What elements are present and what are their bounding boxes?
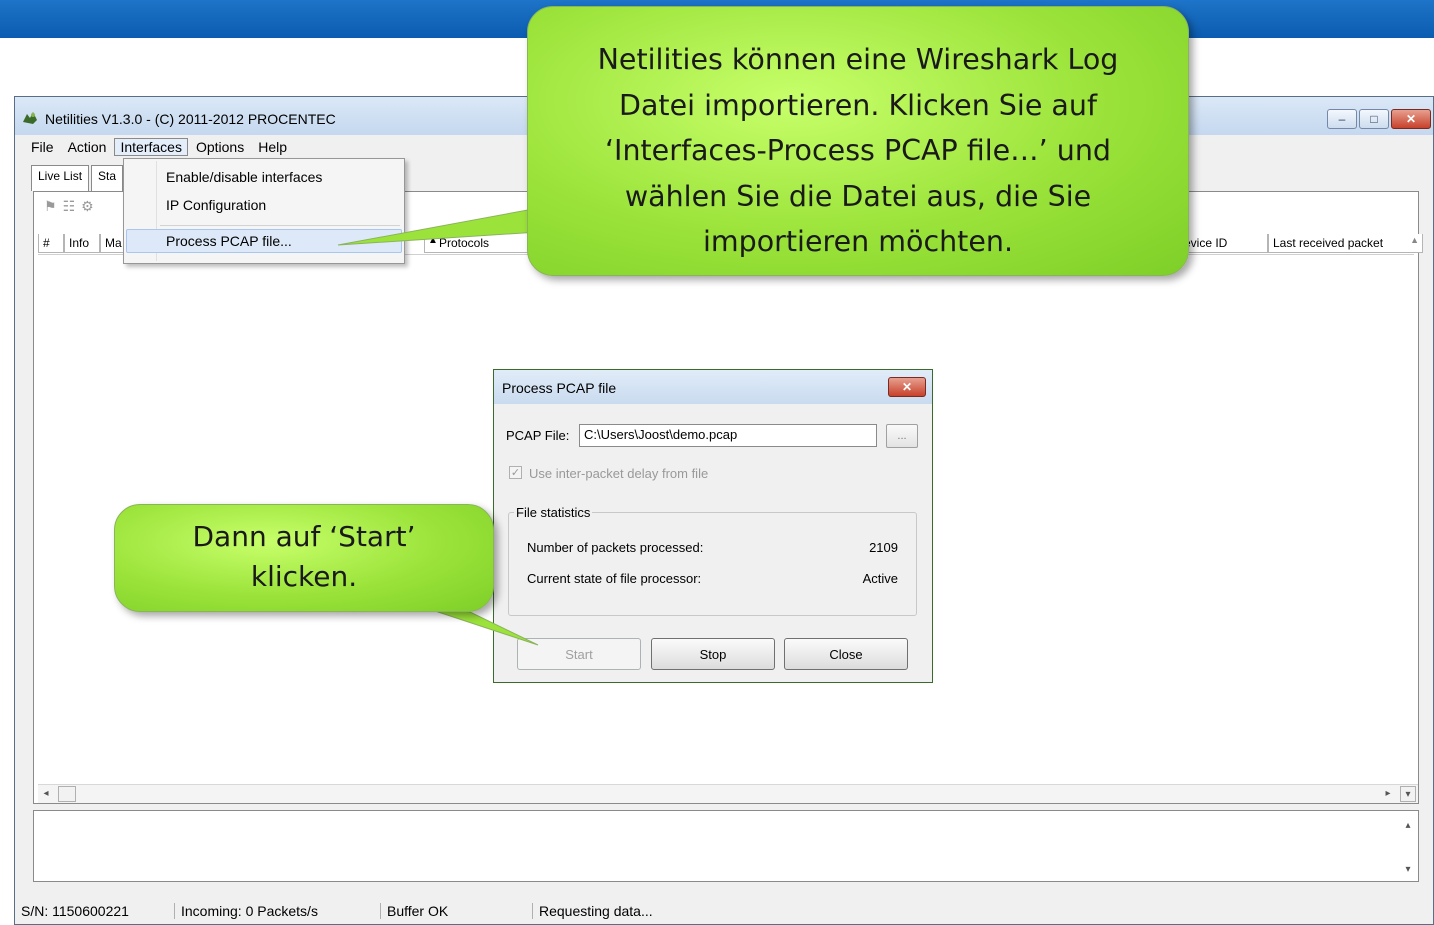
packets-processed-value: 2109 [869, 540, 898, 555]
callout-line: importieren möchten. [702, 225, 1014, 258]
status-state: Requesting data... [539, 903, 653, 919]
close-button[interactable]: ✕ [1391, 109, 1431, 129]
app-icon [23, 112, 37, 124]
menu-action[interactable]: Action [62, 138, 113, 156]
toolbar-tool-icon[interactable]: ☷ [63, 198, 76, 215]
browse-button[interactable]: ... [886, 424, 918, 448]
callout-line: Netilities können eine Wireshark Log [597, 43, 1119, 76]
processor-state-value: Active [862, 571, 898, 586]
process-pcap-dialog: Process PCAP file ✕ PCAP File: C:\Users\… [493, 369, 933, 683]
file-statistics-title: File statistics [514, 505, 593, 520]
toolbar-tool-icon[interactable]: ⚙ [81, 198, 94, 215]
log-scroll-up-icon[interactable]: ▴ [1400, 817, 1416, 833]
menu-help[interactable]: Help [252, 138, 293, 156]
interfaces-menu: Enable/disable interfaces IP Configurati… [123, 158, 405, 264]
sort-ascending-icon: ▲ [428, 235, 438, 246]
inter-packet-delay-checkbox[interactable]: ✓ [509, 466, 522, 479]
col-protocols-label: Protocols [439, 236, 490, 250]
col-protocols[interactable]: ▲ Protocols [424, 234, 534, 253]
menu-separator [160, 225, 400, 226]
callout-line: ‘Interfaces-Process PCAP file…’ und [604, 134, 1112, 167]
tab-strip: Live List Sta [31, 165, 125, 191]
instruction-callout-bottom: Dann auf ‘Start’ klicken. [114, 504, 494, 612]
toolbar: ⚑ ☷ ⚙ [44, 198, 94, 215]
status-incoming: Incoming: 0 Packets/s [175, 903, 381, 919]
dialog-close-button[interactable]: ✕ [888, 377, 926, 397]
dialog-title-bar: Process PCAP file ✕ [494, 370, 932, 404]
pcap-file-label: PCAP File: [506, 428, 570, 443]
status-serial: S/N: 1150600221 [15, 903, 175, 919]
callout-line: wählen Sie die Datei aus, die Sie [624, 179, 1092, 213]
menu-interfaces[interactable]: Interfaces [114, 138, 188, 156]
packets-processed-label: Number of packets processed: [527, 540, 704, 555]
menu-options[interactable]: Options [190, 138, 250, 156]
instruction-callout-top: Netilities können eine Wireshark Log Dat… [527, 6, 1189, 276]
dialog-title: Process PCAP file [502, 380, 617, 396]
dialog-close-action-button[interactable]: Close [784, 638, 908, 670]
col-number[interactable]: # [38, 234, 64, 253]
horizontal-scrollbar[interactable]: ◂ ▸ ▾ [38, 784, 1418, 803]
menu-item-enable-disable-interfaces[interactable]: Enable/disable interfaces [166, 169, 322, 185]
col-info[interactable]: Info [64, 234, 100, 253]
processor-state-label: Current state of file processor: [527, 571, 702, 586]
menu-file[interactable]: File [25, 138, 60, 156]
scroll-thumb[interactable] [58, 786, 76, 802]
inter-packet-delay-label: Use inter-packet delay from file [529, 466, 709, 481]
col-last-received-label: Last received packet [1273, 236, 1384, 250]
col-device-id[interactable]: evice ID [1180, 234, 1268, 253]
scroll-right-icon[interactable]: ▸ [1380, 785, 1396, 801]
menu-item-ip-configuration[interactable]: IP Configuration [166, 197, 266, 213]
status-bar: S/N: 1150600221 Incoming: 0 Packets/s Bu… [15, 898, 1433, 924]
scroll-down-icon[interactable]: ▾ [1400, 786, 1416, 802]
callout-line: Datei importieren. Klicken Sie auf [619, 88, 1097, 122]
toolbar-tool-icon[interactable]: ⚑ [44, 198, 57, 215]
col-last-received[interactable]: Last received packet ▲ [1268, 234, 1423, 253]
window-title: Netilities V1.3.0 - (C) 2011-2012 PROCEN… [45, 111, 336, 127]
log-pane: ▴ ▾ [33, 810, 1419, 882]
log-scroll-down-icon[interactable]: ▾ [1400, 861, 1416, 877]
scroll-left-icon[interactable]: ◂ [38, 785, 54, 801]
dialog-body: PCAP File: C:\Users\Joost\demo.pcap ... … [494, 404, 932, 682]
menu-item-process-pcap-file[interactable]: Process PCAP file... [166, 233, 292, 249]
tab-statistics[interactable]: Sta [91, 165, 124, 191]
tab-live-list[interactable]: Live List [31, 165, 90, 191]
scroll-up-icon[interactable]: ▲ [1410, 235, 1419, 245]
callout-line: Dann auf ‘Start’ [192, 520, 416, 553]
pcap-file-input[interactable]: C:\Users\Joost\demo.pcap [579, 424, 877, 447]
maximize-button[interactable]: □ [1359, 109, 1389, 129]
minimize-button[interactable]: – [1327, 109, 1357, 129]
start-button[interactable]: Start [517, 638, 641, 670]
stop-button[interactable]: Stop [651, 638, 775, 670]
file-statistics-group [508, 512, 917, 616]
status-buffer: Buffer OK [381, 903, 533, 919]
callout-line: klicken. [250, 560, 358, 593]
